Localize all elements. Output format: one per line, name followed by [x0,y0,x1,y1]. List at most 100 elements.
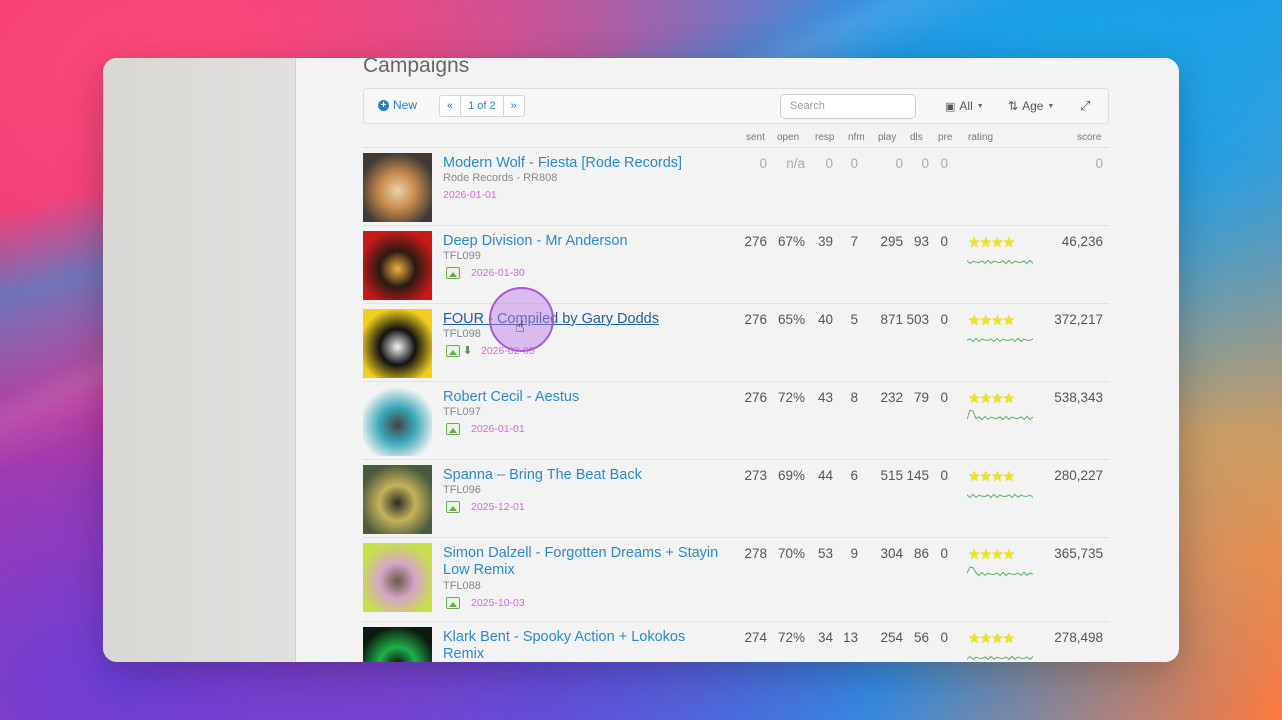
campaign-artwork[interactable] [363,231,432,300]
campaign-score: 372,217 [1054,312,1103,327]
rating-stars: ★★★★ [968,468,1015,484]
campaign-date: 2026-01-01 [471,423,525,435]
campaign-title-link[interactable]: Simon Dalzell - Forgotten Dreams + Stayi… [443,545,723,579]
campaign-row[interactable]: Spanna – Bring The Beat Back TFL096 2025-1… [363,459,1109,537]
stat-open: 67% [777,234,805,249]
new-campaign-button[interactable]: + New [378,98,417,112]
stat-play: 0 [895,156,903,171]
stat-nfm: 6 [850,468,858,483]
filter-all-label: All [959,99,973,113]
image-icon[interactable] [446,597,460,609]
campaign-row[interactable]: Modern Wolf - Fiesta [Rode Records] Rode … [363,147,1109,225]
page-indicator[interactable]: 1 of 2 [461,95,504,117]
stat-open: 70% [777,546,805,561]
stat-resp: 39 [817,234,833,249]
campaign-artwork[interactable] [363,465,432,534]
stat-pre: 0 [940,630,948,645]
hand-cursor-icon: ☝ [515,319,525,336]
campaign-title-link[interactable]: Modern Wolf - Fiesta [Rode Records] [443,155,723,172]
campaign-title-link[interactable]: Klark Bent - Spooky Action + Lokokos Rem… [443,629,723,662]
col-open[interactable]: open [777,132,799,143]
image-icon[interactable] [446,501,460,513]
stat-dls: 0 [921,156,929,171]
stat-pre: 0 [940,156,948,171]
campaign-artwork[interactable] [363,153,432,222]
campaign-artwork[interactable] [363,543,432,612]
campaign-row[interactable]: FOUR - Compiled by Gary Dodds TFL098 ⬇ 2026… [363,303,1109,381]
stat-nfm: 5 [850,312,858,327]
catalog-number: TFL097 [443,406,481,418]
download-icon[interactable]: ⬇ [463,344,472,357]
stat-nfm: 13 [842,630,858,645]
campaign-row[interactable]: Simon Dalzell - Forgotten Dreams + Stayi… [363,537,1109,615]
image-filter-icon: ▣ [945,100,956,113]
stat-sent: 276 [744,234,767,249]
image-icon[interactable] [446,423,460,435]
campaign-artwork[interactable] [363,387,432,456]
search-input[interactable]: Search [780,94,916,119]
col-dls[interactable]: dls [910,132,923,143]
stat-dls: 145 [906,468,929,483]
col-play[interactable]: play [878,132,896,143]
expand-icon[interactable]: ⤢ [1080,98,1090,114]
stat-resp: 40 [817,312,833,327]
campaign-artwork[interactable] [363,309,432,378]
stat-resp: 0 [825,156,833,171]
stat-play: 871 [880,312,903,327]
col-rating[interactable]: rating [968,132,993,143]
column-headers: sent open resp nfm play dls pre rating s… [363,132,1109,148]
stat-dls: 86 [913,546,929,561]
stat-open: n/a [786,156,805,171]
stat-sent: 0 [759,156,767,171]
stat-pre: 0 [940,390,948,405]
stat-dls: 56 [913,630,929,645]
stat-play: 304 [880,546,903,561]
col-score[interactable]: score [1077,132,1101,143]
rating-stars: ★★★★ [968,234,1015,250]
stat-sent: 278 [744,546,767,561]
campaign-date: 2025-10-03 [471,597,525,609]
stat-open: 72% [777,630,805,645]
campaign-artwork[interactable] [363,627,432,662]
stat-sent: 276 [744,312,767,327]
stat-play: 254 [880,630,903,645]
stat-open: 69% [777,468,805,483]
app-window: Campaigns + New « 1 of 2 » Search ▣ All … [103,58,1179,662]
stat-sent: 276 [744,390,767,405]
prev-page-button[interactable]: « [439,95,462,117]
stat-pre: 0 [940,546,948,561]
sort-age-dropdown[interactable]: ⇅ Age ▼ [1008,99,1054,113]
campaign-title-link[interactable]: Robert Cecil - Aestus [443,389,723,406]
campaign-row[interactable]: Klark Bent - Spooky Action + Lokokos Rem… [363,621,1109,662]
stat-sent: 274 [744,630,767,645]
next-page-button[interactable]: » [503,95,525,117]
stat-pre: 0 [940,468,948,483]
campaign-score: 538,343 [1054,390,1103,405]
campaign-row[interactable]: Robert Cecil - Aestus TFL097 2026-01-01 276… [363,381,1109,459]
image-icon[interactable] [446,345,460,357]
activity-sparkline [967,337,1034,343]
sort-icon: ⇅ [1008,99,1019,113]
col-resp[interactable]: resp [815,132,834,143]
rating-stars: ★★★★ [968,312,1015,328]
stat-dls: 503 [906,312,929,327]
activity-sparkline [967,655,1034,661]
campaign-title-link[interactable]: FOUR - Compiled by Gary Dodds [443,311,723,328]
stat-pre: 0 [940,234,948,249]
filter-all-dropdown[interactable]: ▣ All ▼ [945,99,984,113]
stat-resp: 43 [817,390,833,405]
campaign-title-link[interactable]: Spanna – Bring The Beat Back [443,467,723,484]
col-pre[interactable]: pre [938,132,952,143]
campaign-title-link[interactable]: Deep Division - Mr Anderson [443,233,723,250]
col-nfm[interactable]: nfm [848,132,865,143]
stat-open: 72% [777,390,805,405]
catalog-number: TFL088 [443,580,481,592]
catalog-number: Rode Records - RR808 [443,172,558,184]
stat-open: 65% [777,312,805,327]
stat-play: 232 [880,390,903,405]
campaign-row[interactable]: Deep Division - Mr Anderson TFL099 2026-01… [363,225,1109,303]
sidebar [103,58,296,662]
image-icon[interactable] [446,267,460,279]
col-sent[interactable]: sent [746,132,765,143]
caret-down-icon: ▼ [1047,102,1055,110]
